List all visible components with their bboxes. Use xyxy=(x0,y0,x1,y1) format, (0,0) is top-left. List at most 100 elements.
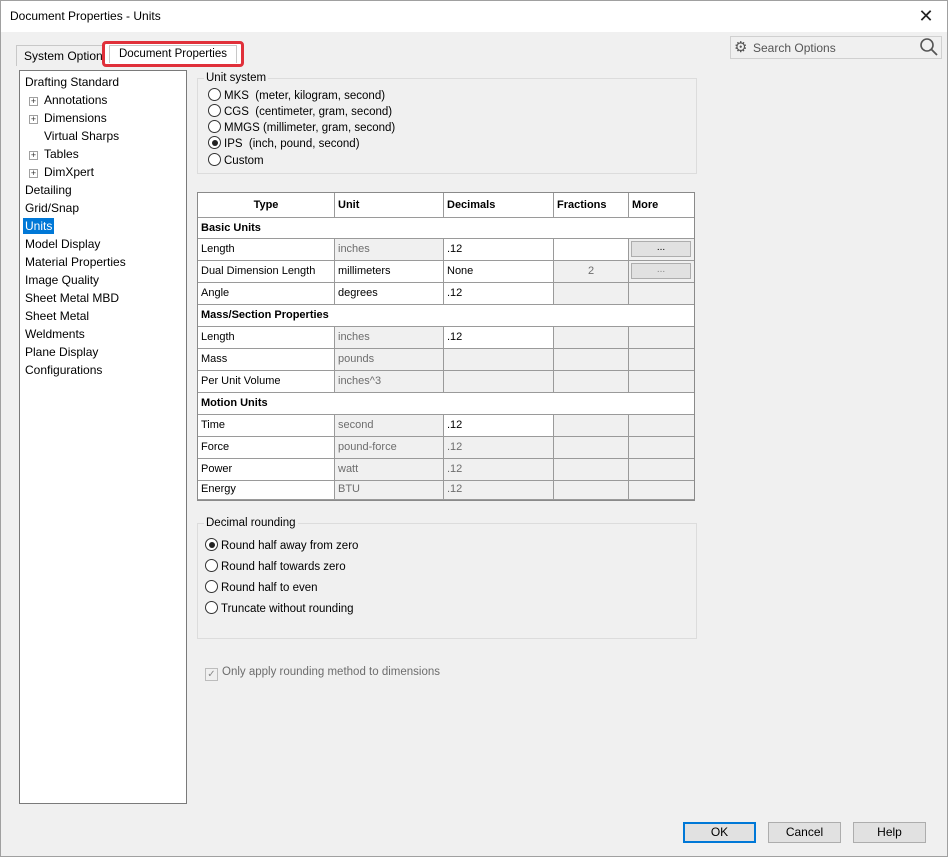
column-header-fractions: Fractions xyxy=(554,193,629,218)
decimals-select[interactable]: None xyxy=(444,261,554,283)
decimals-select[interactable]: .12 xyxy=(444,459,554,481)
fractions-field xyxy=(554,371,629,393)
tree-item-detailing[interactable]: Detailing xyxy=(25,182,72,198)
tree-item-image-quality[interactable]: Image Quality xyxy=(25,272,99,288)
radio-mks[interactable]: MKS (meter, kilogram, second) xyxy=(208,88,385,104)
tree-item-configurations[interactable]: Configurations xyxy=(25,362,102,378)
decimals-select[interactable]: .12 xyxy=(444,437,554,459)
more-cell xyxy=(629,459,694,481)
options-tree[interactable]: Drafting Standard + Annotations + Dimens… xyxy=(19,70,187,804)
decimals-select xyxy=(444,349,554,371)
tree-item-model-display[interactable]: Model Display xyxy=(25,236,100,252)
tree-item-plane-display[interactable]: Plane Display xyxy=(25,344,98,360)
radio-round-half-away[interactable]: Round half away from zero xyxy=(205,538,358,554)
decimals-select xyxy=(444,371,554,393)
column-header-decimals: Decimals xyxy=(444,193,554,218)
radio-cgs[interactable]: CGS (centimeter, gram, second) xyxy=(208,104,392,120)
more-cell xyxy=(629,415,694,437)
radio-button-icon[interactable] xyxy=(208,120,221,133)
decimals-select[interactable]: .12 xyxy=(444,415,554,437)
unit-select[interactable]: watt xyxy=(335,459,444,481)
search-input[interactable]: Search Options xyxy=(753,41,836,55)
tree-item-grid-snap[interactable]: Grid/Snap xyxy=(25,200,79,216)
unit-select[interactable]: inches^3 xyxy=(335,371,444,393)
help-button[interactable]: Help xyxy=(853,822,926,843)
only-apply-rounding-checkbox[interactable]: ✓ Only apply rounding method to dimension… xyxy=(205,664,440,681)
radio-truncate[interactable]: Truncate without rounding xyxy=(205,601,354,617)
row-type: Length xyxy=(198,239,335,261)
decimals-select[interactable]: .12 xyxy=(444,481,554,500)
row-type: Angle xyxy=(198,283,335,305)
expand-plus-icon[interactable]: + xyxy=(29,169,38,178)
close-icon[interactable]: ✕ xyxy=(915,5,937,27)
tree-item-virtual-sharps[interactable]: Virtual Sharps xyxy=(44,128,119,144)
row-type: Time xyxy=(198,415,335,437)
unit-select[interactable]: second xyxy=(335,415,444,437)
row-type: Energy xyxy=(198,481,335,500)
decimals-select[interactable]: .12 xyxy=(444,239,554,261)
search-options-box[interactable]: ⚙ Search Options xyxy=(730,36,942,59)
tree-item-material-properties[interactable]: Material Properties xyxy=(25,254,126,270)
search-icon[interactable] xyxy=(919,37,939,57)
column-header-type: Type xyxy=(198,193,335,218)
radio-button-selected-icon[interactable] xyxy=(208,136,221,149)
checkmark-icon[interactable]: ✓ xyxy=(205,668,218,681)
radio-button-icon[interactable] xyxy=(208,88,221,101)
tab-system-options[interactable]: System Options xyxy=(16,45,106,66)
radio-button-icon[interactable] xyxy=(208,104,221,117)
radio-custom[interactable]: Custom xyxy=(208,153,264,169)
unit-select[interactable]: inches xyxy=(335,327,444,349)
section-motion-units: Motion Units xyxy=(198,393,694,415)
tab-document-properties[interactable]: Document Properties xyxy=(109,45,237,63)
radio-button-icon[interactable] xyxy=(205,580,218,593)
radio-ips[interactable]: IPS (inch, pound, second) xyxy=(208,136,360,152)
tree-item-dimensions[interactable]: Dimensions xyxy=(44,110,107,126)
radio-button-icon[interactable] xyxy=(208,153,221,166)
unit-system-label: Unit system xyxy=(204,72,269,84)
decimal-rounding-label: Decimal rounding xyxy=(204,517,298,529)
radio-round-half-towards[interactable]: Round half towards zero xyxy=(205,559,346,575)
tree-item-annotations[interactable]: Annotations xyxy=(44,92,107,108)
unit-select[interactable]: pounds xyxy=(335,349,444,371)
gear-icon: ⚙ xyxy=(734,39,748,56)
fractions-field xyxy=(554,481,629,500)
more-cell: ... xyxy=(629,239,694,261)
tree-item-dimxpert[interactable]: DimXpert xyxy=(44,164,94,180)
fractions-field xyxy=(554,459,629,481)
unit-select[interactable]: inches xyxy=(335,239,444,261)
tree-item-units[interactable]: Units xyxy=(23,218,55,234)
cancel-button[interactable]: Cancel xyxy=(768,822,841,843)
fractions-field xyxy=(554,283,629,305)
tree-item-sheet-metal-mbd[interactable]: Sheet Metal MBD xyxy=(25,290,119,306)
radio-mmgs[interactable]: MMGS (millimeter, gram, second) xyxy=(208,120,395,136)
tab-document-properties-label: Document Properties xyxy=(118,48,228,60)
tree-item-tables[interactable]: Tables xyxy=(44,146,79,162)
expand-plus-icon[interactable]: + xyxy=(29,115,38,124)
fractions-field[interactable]: 2 xyxy=(554,261,629,283)
decimals-select[interactable]: .12 xyxy=(444,283,554,305)
section-mass-properties: Mass/Section Properties xyxy=(198,305,694,327)
title-bar: Document Properties - Units ✕ xyxy=(1,1,947,32)
decimals-select[interactable]: .12 xyxy=(444,327,554,349)
tree-item-sheet-metal[interactable]: Sheet Metal xyxy=(25,308,89,324)
fractions-field xyxy=(554,327,629,349)
radio-button-icon[interactable] xyxy=(205,601,218,614)
unit-select[interactable]: BTU xyxy=(335,481,444,500)
row-type: Mass xyxy=(198,349,335,371)
tab-document-properties-highlight: Document Properties xyxy=(102,41,244,67)
unit-select[interactable]: millimeters xyxy=(335,261,444,283)
radio-button-icon[interactable] xyxy=(205,559,218,572)
row-type: Length xyxy=(198,327,335,349)
tree-item-weldments[interactable]: Weldments xyxy=(25,326,85,342)
fractions-field[interactable] xyxy=(554,239,629,261)
unit-select[interactable]: degrees xyxy=(335,283,444,305)
expand-plus-icon[interactable]: + xyxy=(29,97,38,106)
ok-button[interactable]: OK xyxy=(683,822,756,843)
more-button[interactable]: ... xyxy=(631,241,691,257)
more-button[interactable]: ... xyxy=(631,263,691,279)
expand-plus-icon[interactable]: + xyxy=(29,151,38,160)
unit-select[interactable]: pound-force xyxy=(335,437,444,459)
tree-item-drafting-standard[interactable]: Drafting Standard xyxy=(25,74,119,90)
radio-button-selected-icon[interactable] xyxy=(205,538,218,551)
radio-round-half-even[interactable]: Round half to even xyxy=(205,580,318,596)
